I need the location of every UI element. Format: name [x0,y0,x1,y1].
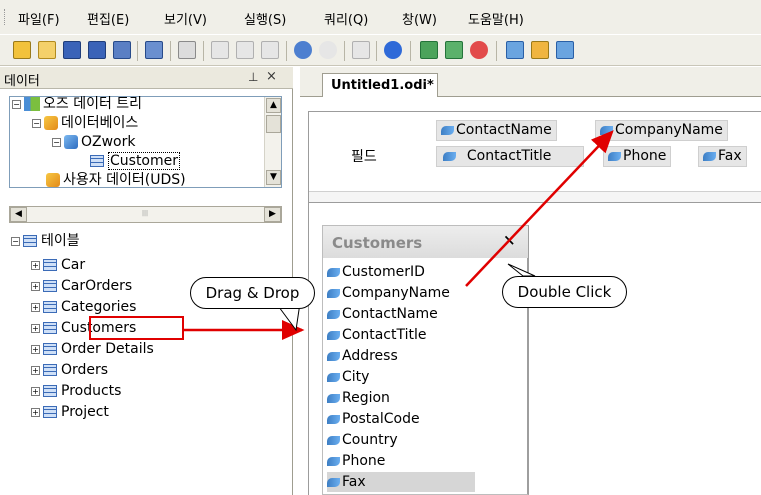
double-click-callout-tail [507,263,536,277]
double-click-callout: Double Click [502,276,627,308]
drag-drop-callout: Drag & Drop [190,277,315,309]
double-click-arrow [465,130,614,287]
annotation-overlay [184,130,614,340]
